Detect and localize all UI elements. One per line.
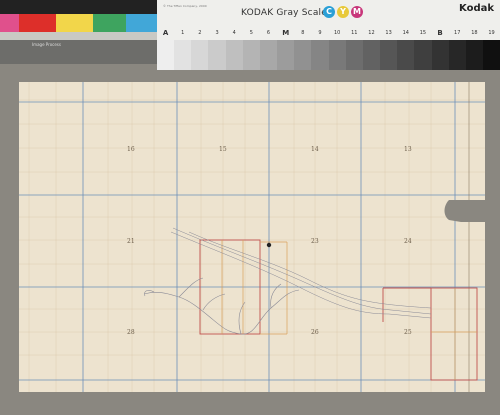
gray-step-label: B bbox=[437, 29, 443, 37]
magenta-marker: M bbox=[351, 6, 363, 18]
section-number: 15 bbox=[219, 146, 227, 153]
swatch-yellow bbox=[56, 14, 93, 32]
gray-step-label: 12 bbox=[368, 30, 375, 36]
gray-step-swatch bbox=[294, 40, 312, 70]
torn-edge bbox=[444, 200, 485, 222]
gray-step-label: 8 bbox=[301, 30, 305, 36]
color-calibration-strip: Image Process bbox=[0, 0, 157, 64]
gray-step-swatch bbox=[380, 40, 398, 70]
gray-step-swatch bbox=[362, 40, 381, 70]
gray-step-swatch bbox=[157, 40, 175, 70]
swatch-red bbox=[19, 14, 56, 32]
gray-step-swatch bbox=[225, 40, 243, 70]
gray-step-swatch bbox=[465, 40, 483, 70]
gray-step-swatch bbox=[431, 40, 449, 70]
swatch-light-gray bbox=[0, 32, 157, 40]
drainage-wash bbox=[143, 277, 300, 335]
gray-step-label: 1 bbox=[181, 30, 185, 36]
section-number: 23 bbox=[311, 238, 319, 245]
gray-step-label: 13 bbox=[385, 30, 392, 36]
fine-grid bbox=[19, 82, 485, 392]
gray-step-swatch bbox=[448, 40, 466, 70]
gray-step-label: 2 bbox=[198, 30, 202, 36]
gray-step-label: 18 bbox=[471, 30, 478, 36]
section-number: 28 bbox=[127, 329, 135, 336]
gray-step-label: 3 bbox=[215, 30, 219, 36]
gray-step-label: M bbox=[282, 29, 290, 37]
swatch-neutral bbox=[0, 40, 157, 64]
gray-step-bar bbox=[157, 40, 500, 70]
swatch-cyan bbox=[126, 14, 157, 32]
gray-step-swatch bbox=[414, 40, 432, 70]
gray-step-label: 19 bbox=[488, 30, 495, 36]
gray-step-label: 6 bbox=[266, 30, 271, 36]
gray-step-label: 9 bbox=[318, 30, 322, 36]
gray-step-swatch bbox=[482, 40, 500, 70]
section-number: 25 bbox=[404, 329, 412, 336]
gray-step-swatch bbox=[345, 40, 363, 70]
gray-step-swatch bbox=[174, 40, 192, 70]
gray-step-label: 11 bbox=[351, 30, 358, 36]
section-number: 24 bbox=[404, 238, 412, 245]
gray-step-label: 10 bbox=[333, 30, 341, 36]
cyan-marker: C bbox=[323, 6, 335, 18]
survey-marker bbox=[266, 242, 272, 248]
gray-step-labels: A 1 2 3 4 5 6 M 8 9 10 11 12 13 14 15 B 17 18 19 bbox=[157, 27, 500, 39]
gray-step-swatch bbox=[242, 40, 260, 70]
map-drawing bbox=[19, 82, 485, 392]
gray-step-label: 17 bbox=[454, 30, 461, 36]
gray-step-swatch bbox=[277, 40, 295, 70]
gray-step-swatch bbox=[259, 40, 278, 70]
gray-step-label: 4 bbox=[232, 30, 236, 36]
gray-scale-title: KODAK Gray Scale bbox=[241, 8, 327, 18]
yellow-marker: Y bbox=[337, 6, 349, 18]
swatch-pink bbox=[0, 14, 19, 32]
gray-step-swatch bbox=[191, 40, 209, 70]
strip-text: Image Process bbox=[32, 42, 61, 47]
section-number: 16 bbox=[127, 146, 135, 153]
kodak-logo: Kodak bbox=[459, 3, 494, 14]
gray-step-swatch bbox=[397, 40, 415, 70]
gray-step-label: A bbox=[162, 29, 169, 37]
kodak-gray-scale-card: © The Tiffen Company, 2000 KODAK Gray Sc… bbox=[157, 0, 500, 70]
section-number: 13 bbox=[404, 146, 412, 153]
gray-step-label: 14 bbox=[402, 30, 409, 36]
gray-step-swatch bbox=[311, 40, 329, 70]
survey-map-sheet: 16 15 14 13 21 23 24 28 26 25 bbox=[19, 82, 485, 392]
gray-step-swatch bbox=[208, 40, 226, 70]
swatch-green bbox=[93, 14, 126, 32]
gray-step-label: 5 bbox=[249, 30, 253, 36]
section-number: 14 bbox=[311, 146, 319, 153]
gray-step-swatch bbox=[328, 40, 346, 70]
gray-step-label: 15 bbox=[419, 30, 427, 36]
card-fine-print: © The Tiffen Company, 2000 bbox=[163, 4, 207, 8]
section-number: 26 bbox=[311, 329, 319, 336]
section-grid bbox=[19, 82, 485, 392]
road-channel bbox=[170, 227, 432, 319]
section-number: 21 bbox=[127, 238, 135, 245]
